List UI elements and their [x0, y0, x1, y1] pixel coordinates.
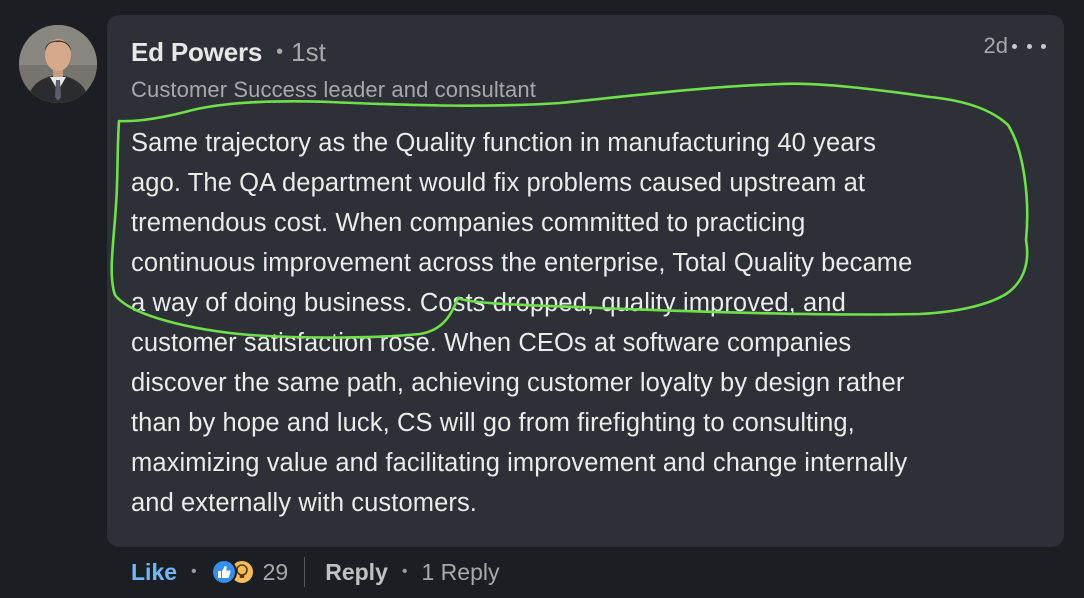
comment-line: tremendous cost. When companies committe… [131, 209, 806, 237]
separator-dot: • [191, 563, 197, 580]
comment-line: customer satisfaction rose. When CEOs at… [131, 329, 852, 357]
separator-dot: • [276, 41, 284, 63]
reactions-summary[interactable]: 29 [210, 558, 289, 586]
comment-line: a way of doing business. Costs dropped, … [131, 289, 846, 317]
comment-body: Same trajectory as the Quality function … [131, 123, 1036, 523]
comment-timestamp: 2d [983, 33, 1008, 58]
reply-button[interactable]: Reply [325, 559, 388, 586]
like-reaction-icon [210, 559, 237, 585]
comment-line: than by hope and luck, CS will go from f… [131, 409, 855, 437]
comment-line: maximizing value and facilitating improv… [131, 449, 908, 477]
comment-line: discover the same path, achieving custom… [131, 369, 905, 397]
comment-actions: Like • 29 Reply • 1 Reply [131, 556, 499, 588]
like-button[interactable]: Like [131, 559, 177, 586]
author-name[interactable]: Ed Powers [131, 37, 262, 68]
reply-count-link[interactable]: 1 Reply [421, 559, 499, 586]
divider [304, 557, 306, 587]
connection-degree-label: 1st [291, 37, 326, 67]
comment-bubble: Ed Powers • 1st Customer Success leader a… [107, 15, 1064, 547]
comment-header: Ed Powers • 1st [131, 37, 326, 68]
comment-screen: Ed Powers • 1st Customer Success leader a… [0, 0, 1084, 598]
avatar-photo [19, 25, 97, 103]
avatar[interactable] [19, 25, 97, 103]
reaction-count: 29 [262, 558, 289, 585]
comment-line: ago. The QA department would fix problem… [131, 169, 866, 197]
comment-line: and externally with customers. [131, 489, 477, 517]
ellipsis-icon[interactable] [1012, 35, 1046, 57]
author-headline: Customer Success leader and consultant [131, 77, 536, 102]
separator-dot: • [401, 563, 408, 580]
comment-line: Same trajectory as the Quality function … [131, 129, 876, 157]
comment-line: continuous improvement across the enterp… [131, 249, 913, 277]
connection-degree: • 1st [276, 37, 326, 68]
